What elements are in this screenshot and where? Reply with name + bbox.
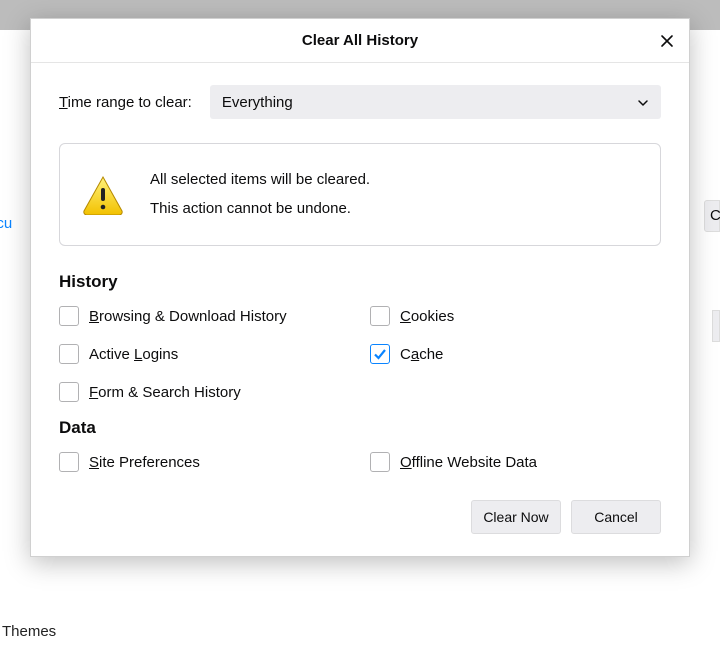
checkbox-box[interactable]	[59, 306, 79, 326]
checkbox-label: Browsing & Download History	[89, 308, 287, 325]
warning-icon	[82, 175, 124, 215]
checkbox-cache[interactable]: Cache	[370, 344, 661, 364]
checkbox-label: Form & Search History	[89, 384, 241, 401]
checkbox-box[interactable]	[59, 382, 79, 402]
checkbox-label: Active Logins	[89, 346, 178, 363]
check-icon	[373, 347, 387, 361]
time-range-select[interactable]: Everything	[210, 85, 661, 119]
background-button-fragment[interactable]: C	[704, 200, 720, 232]
background-link-fragment[interactable]: ecu	[0, 215, 12, 232]
checkbox-cookies[interactable]: Cookies	[370, 306, 661, 326]
dialog-title: Clear All History	[302, 32, 418, 49]
time-range-row: Time range to clear: Everything	[59, 85, 661, 119]
checkbox-offline-website-data[interactable]: Offline Website Data	[370, 452, 661, 472]
time-range-value: Everything	[222, 94, 293, 111]
checkbox-box[interactable]	[370, 452, 390, 472]
checkbox-browsing-download-history[interactable]: Browsing & Download History	[59, 306, 350, 326]
time-range-label: Time range to clear:	[59, 94, 192, 111]
data-options-grid: Site Preferences Offline Website Data	[59, 452, 661, 472]
chevron-down-icon	[637, 96, 649, 108]
checkbox-site-preferences[interactable]: Site Preferences	[59, 452, 350, 472]
close-icon	[659, 33, 675, 49]
checkbox-box[interactable]	[370, 306, 390, 326]
warning-text: All selected items will be cleared. This…	[150, 166, 370, 223]
background-themes-label: Themes	[2, 623, 56, 640]
clear-history-dialog: Clear All History Time range to clear: E…	[30, 18, 690, 557]
checkbox-label: Cookies	[400, 308, 454, 325]
checkbox-form-search-history[interactable]: Form & Search History	[59, 382, 350, 402]
checkbox-box[interactable]	[59, 344, 79, 364]
dialog-header: Clear All History	[31, 19, 689, 63]
clear-now-button[interactable]: Clear Now	[471, 500, 561, 534]
background-button-fragment-2[interactable]	[712, 310, 720, 342]
checkbox-label: Offline Website Data	[400, 454, 537, 471]
cancel-button[interactable]: Cancel	[571, 500, 661, 534]
history-section-title: History	[59, 272, 661, 292]
checkbox-active-logins[interactable]: Active Logins	[59, 344, 350, 364]
checkbox-label: Site Preferences	[89, 454, 200, 471]
checkbox-box[interactable]	[59, 452, 79, 472]
data-section-title: Data	[59, 418, 661, 438]
checkbox-label: Cache	[400, 346, 443, 363]
history-options-grid: Browsing & Download History Cookies Active…	[59, 306, 661, 402]
warning-box: All selected items will be cleared. This…	[59, 143, 661, 246]
warning-line-1: All selected items will be cleared.	[150, 166, 370, 195]
close-button[interactable]	[655, 29, 679, 53]
warning-line-2: This action cannot be undone.	[150, 195, 370, 224]
dialog-body: Time range to clear: Everything	[31, 63, 689, 556]
checkbox-box[interactable]	[370, 344, 390, 364]
dialog-button-row: Clear Now Cancel	[59, 500, 661, 534]
